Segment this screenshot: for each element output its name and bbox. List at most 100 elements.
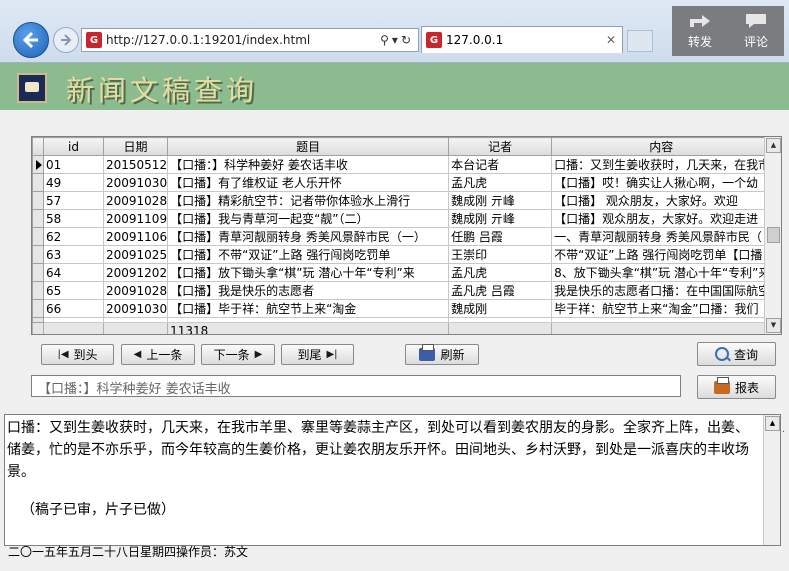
cell-id[interactable]: 64 — [43, 263, 104, 282]
content-scrollbar[interactable]: ▲ — [763, 415, 780, 545]
cell-reporter[interactable]: 孟凡虎 — [448, 173, 553, 192]
scroll-down-icon[interactable]: ▼ — [766, 318, 781, 333]
table-row[interactable]: 57 20091028 【口播】精彩航空节：记者带你体验水上滑行 魏成刚 亓峰 【口播… — [32, 191, 772, 210]
cell-date[interactable]: 20091109 — [102, 209, 169, 228]
printer-icon — [713, 376, 730, 394]
content-textarea[interactable]: 口播：又到生姜收获时，几天来，在我市羊里、寨里等姜蒜主产区，到处可以看到姜农朋友… — [4, 414, 781, 546]
table-row[interactable]: 65 20091028 【口播】我是快乐的志愿者 孟凡虎 吕霞 我是快乐的志愿者口播：在… — [32, 281, 772, 300]
row-indicator[interactable] — [32, 209, 44, 228]
cell-id[interactable]: 49 — [43, 173, 104, 192]
header-content[interactable]: 内容 — [551, 137, 772, 156]
next-record-button[interactable]: 下一条 ▶ — [201, 344, 275, 365]
row-indicator[interactable] — [32, 173, 44, 192]
cell-reporter[interactable]: 孟凡虎 吕霞 — [448, 281, 553, 300]
cell-title[interactable]: 【口播：】科学种姜好 姜农话丰收 — [167, 155, 450, 174]
cell-date[interactable]: 20091030 — [102, 173, 169, 192]
cell-id[interactable]: 66 — [43, 299, 104, 318]
cell-content[interactable]: 不带“双证”上路 强行闯岗吃罚单【口播 — [551, 245, 772, 264]
cell-date[interactable]: 20091202 — [102, 263, 169, 282]
row-indicator[interactable] — [32, 299, 44, 318]
scroll-thumb[interactable] — [767, 227, 780, 243]
scroll-up-icon[interactable]: ▲ — [766, 138, 781, 153]
cell-date[interactable]: 20091025 — [102, 245, 169, 264]
table-row[interactable]: 66 20091030 【口播】毕于祥：航空节上来“淘金 魏成刚 毕于祥：航空节上来“… — [32, 299, 772, 318]
browser-tab[interactable]: G 127.0.0.1 ✕ — [421, 26, 623, 53]
forward-button[interactable] — [53, 27, 79, 53]
table-row[interactable]: 62 20091106 【口播】青草河靓丽转身 秀美风景醉市民（一） 任鹏 吕霞 一、青… — [32, 227, 772, 246]
cell-content[interactable]: 【口播】 观众朋友，大家好。欢迎 — [551, 191, 772, 210]
cell-content[interactable]: 口播：又到生姜收获时，几天来，在我市 — [551, 155, 772, 174]
header-title[interactable]: 题目 — [167, 137, 450, 156]
query-button[interactable]: 查询 — [697, 342, 776, 366]
cell-content[interactable]: 一、青草河靓丽转身 秀美风景醉市民（ — [551, 227, 772, 246]
cell-content[interactable]: 8、放下锄头拿“棋”玩 潜心十年“专利”来 — [551, 263, 772, 282]
current-row-indicator[interactable] — [32, 155, 44, 174]
cell-id[interactable]: 63 — [43, 245, 104, 264]
cell-date[interactable]: 20091028 — [102, 281, 169, 300]
cell-title[interactable]: 【口播】放下锄头拿“棋”玩 潜心十年“专利”来 — [167, 263, 450, 282]
row-indicator[interactable] — [32, 281, 44, 300]
cell-title[interactable]: 【口播】精彩航空节：记者带你体验水上滑行 — [167, 191, 450, 210]
cell-id[interactable]: 57 — [43, 191, 104, 210]
table-row[interactable]: 58 20091109 【口播】我与青草河一起变“靓”（二） 魏成刚 亓峰 【口播】观众… — [32, 209, 772, 228]
cell-content[interactable]: 我是快乐的志愿者口播：在中国国际航空 — [551, 281, 772, 300]
cell-content[interactable]: 【口播】哎！确实让人揪心啊，一个幼 — [551, 173, 772, 192]
cell-reporter[interactable]: 孟凡虎 — [448, 263, 553, 282]
header-date[interactable]: 日期 — [102, 137, 169, 156]
cell-id[interactable]: 62 — [43, 227, 104, 246]
cell-date[interactable]: 20150512 — [102, 155, 169, 174]
header-id[interactable]: id — [43, 137, 104, 156]
cell-title[interactable]: 【口播】我是快乐的志愿者 — [167, 281, 450, 300]
cell-title[interactable]: 【口播】毕于祥：航空节上来“淘金 — [167, 299, 450, 318]
table-row[interactable]: 64 20091202 【口播】放下锄头拿“棋”玩 潜心十年“专利”来 孟凡虎 8、放下… — [32, 263, 772, 282]
header-reporter[interactable]: 记者 — [448, 137, 553, 156]
first-record-button[interactable]: |◀ 到头 — [41, 344, 114, 365]
search-refresh-icon[interactable]: ⚲▾↻ — [380, 33, 414, 47]
cell-reporter[interactable]: 王崇印 — [448, 245, 553, 264]
report-button[interactable]: 报表 — [697, 375, 776, 399]
table-row[interactable]: 63 20091025 【口播】不带“双证”上路 强行闯岗吃罚单 王崇印 不带“双证”上… — [32, 245, 772, 264]
cell-id[interactable]: 58 — [43, 209, 104, 228]
share-button[interactable]: 转发 — [672, 6, 728, 56]
title-field[interactable]: 【口播：】科学种姜好 姜农话丰收 — [31, 375, 681, 397]
back-button[interactable] — [13, 22, 49, 58]
cell-reporter[interactable]: 魏成刚 亓峰 — [448, 209, 553, 228]
row-indicator[interactable] — [32, 191, 44, 210]
row-pointer-icon — [36, 159, 42, 170]
first-label: 到头 — [73, 348, 98, 362]
cell-title[interactable]: 【口播】我与青草河一起变“靓”（二） — [167, 209, 450, 228]
cell-date[interactable]: 20091106 — [102, 227, 169, 246]
cell-reporter[interactable]: 任鹏 吕霞 — [448, 227, 553, 246]
cell-content[interactable]: 【口播】观众朋友，大家好。欢迎走进 — [551, 209, 772, 228]
table-row[interactable]: 49 20091030 【口播】有了维权证 老人乐开怀 孟凡虎 【口播】哎！确实让人揪… — [32, 173, 772, 192]
forward-arrow-icon — [61, 34, 72, 46]
url-text[interactable]: http://127.0.0.1:19201/index.html — [106, 33, 380, 47]
last-record-button[interactable]: 到尾 ▶| — [281, 344, 354, 365]
row-indicator[interactable] — [32, 227, 44, 246]
cell-id[interactable]: 01 — [43, 155, 104, 174]
close-tab-icon[interactable]: ✕ — [606, 33, 616, 47]
grid-scrollbar[interactable]: ▲ ▼ — [764, 137, 781, 334]
cell-reporter[interactable]: 本台记者 — [448, 155, 553, 174]
cell-id[interactable]: 65 — [43, 281, 104, 300]
row-indicator[interactable] — [32, 263, 44, 282]
cell-title[interactable]: 【口播】有了维权证 老人乐开怀 — [167, 173, 450, 192]
cell-date[interactable]: 20091030 — [102, 299, 169, 318]
address-bar[interactable]: G http://127.0.0.1:19201/index.html ⚲▾↻ — [81, 28, 419, 52]
cell-date[interactable]: 20091028 — [102, 191, 169, 210]
news-grid[interactable]: id 日期 题目 记者 内容 01 20150512 【口播：】科学种姜好 姜农话丰… — [31, 136, 782, 335]
cell-title[interactable]: 【口播】青草河靓丽转身 秀美风景醉市民（一） — [167, 227, 450, 246]
content-scroll-up-icon[interactable]: ▲ — [765, 416, 780, 431]
refresh-button[interactable]: 刷新 — [405, 344, 479, 365]
row-indicator[interactable] — [32, 245, 44, 264]
table-row[interactable]: 01 20150512 【口播：】科学种姜好 姜农话丰收 本台记者 口播：又到生姜收获时… — [32, 155, 772, 174]
comment-button[interactable]: 评论 — [728, 6, 784, 56]
cell-content[interactable]: 毕于祥：航空节上来“淘金”口播：我们 — [551, 299, 772, 318]
prev-record-button[interactable]: ◀ 上一条 — [121, 344, 195, 365]
new-tab-button[interactable] — [627, 30, 653, 52]
cell-reporter[interactable]: 魏成刚 — [448, 299, 553, 318]
cell-title[interactable]: 【口播】不带“双证”上路 强行闯岗吃罚单 — [167, 245, 450, 264]
cell-reporter[interactable]: 魏成刚 亓峰 — [448, 191, 553, 210]
footer-row: 11318 — [32, 322, 772, 334]
share-panel: 转发 评论 — [672, 6, 784, 56]
